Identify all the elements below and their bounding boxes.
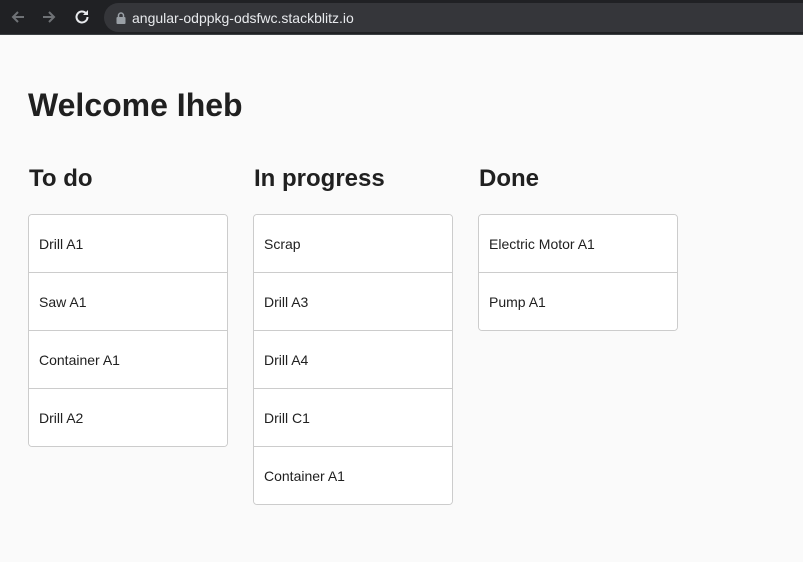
todo-list: Drill A1 Saw A1 Container A1 Drill A2: [28, 214, 228, 447]
in-progress-list: Scrap Drill A3 Drill A4 Drill C1 Contain…: [253, 214, 453, 505]
reload-icon: [73, 8, 91, 26]
list-item[interactable]: Drill A2: [29, 389, 227, 446]
page-content: Welcome Iheb To do Drill A1 Saw A1 Conta…: [0, 35, 803, 562]
browser-toolbar: angular-odppkg-odsfwc.stackblitz.io: [0, 0, 803, 35]
page-title: Welcome Iheb: [28, 87, 243, 123]
list-item[interactable]: Container A1: [29, 331, 227, 389]
arrow-left-icon: [9, 8, 27, 26]
address-bar[interactable]: angular-odppkg-odsfwc.stackblitz.io: [104, 3, 803, 32]
done-list: Electric Motor A1 Pump A1: [478, 214, 678, 331]
arrow-right-icon: [40, 8, 58, 26]
column-title: In progress: [254, 165, 385, 192]
list-item[interactable]: Drill A3: [254, 273, 452, 331]
list-item[interactable]: Drill A1: [29, 215, 227, 273]
column-title: To do: [29, 165, 93, 192]
list-item[interactable]: Saw A1: [29, 273, 227, 331]
list-item[interactable]: Scrap: [254, 215, 452, 273]
lock-icon: [115, 11, 127, 25]
list-item[interactable]: Electric Motor A1: [479, 215, 677, 273]
back-button[interactable]: [8, 7, 28, 27]
column-title: Done: [479, 165, 539, 192]
list-item[interactable]: Drill C1: [254, 389, 452, 447]
column-done: Done Electric Motor A1 Pump A1: [478, 167, 678, 331]
column-in-progress: In progress Scrap Drill A3 Drill A4 Dril…: [253, 167, 453, 505]
reload-button[interactable]: [72, 7, 92, 27]
forward-button[interactable]: [39, 7, 59, 27]
column-todo: To do Drill A1 Saw A1 Container A1 Drill…: [28, 167, 228, 447]
list-item[interactable]: Drill A4: [254, 331, 452, 389]
list-item[interactable]: Pump A1: [479, 273, 677, 330]
url-text[interactable]: angular-odppkg-odsfwc.stackblitz.io: [132, 10, 354, 26]
list-item[interactable]: Container A1: [254, 447, 452, 504]
